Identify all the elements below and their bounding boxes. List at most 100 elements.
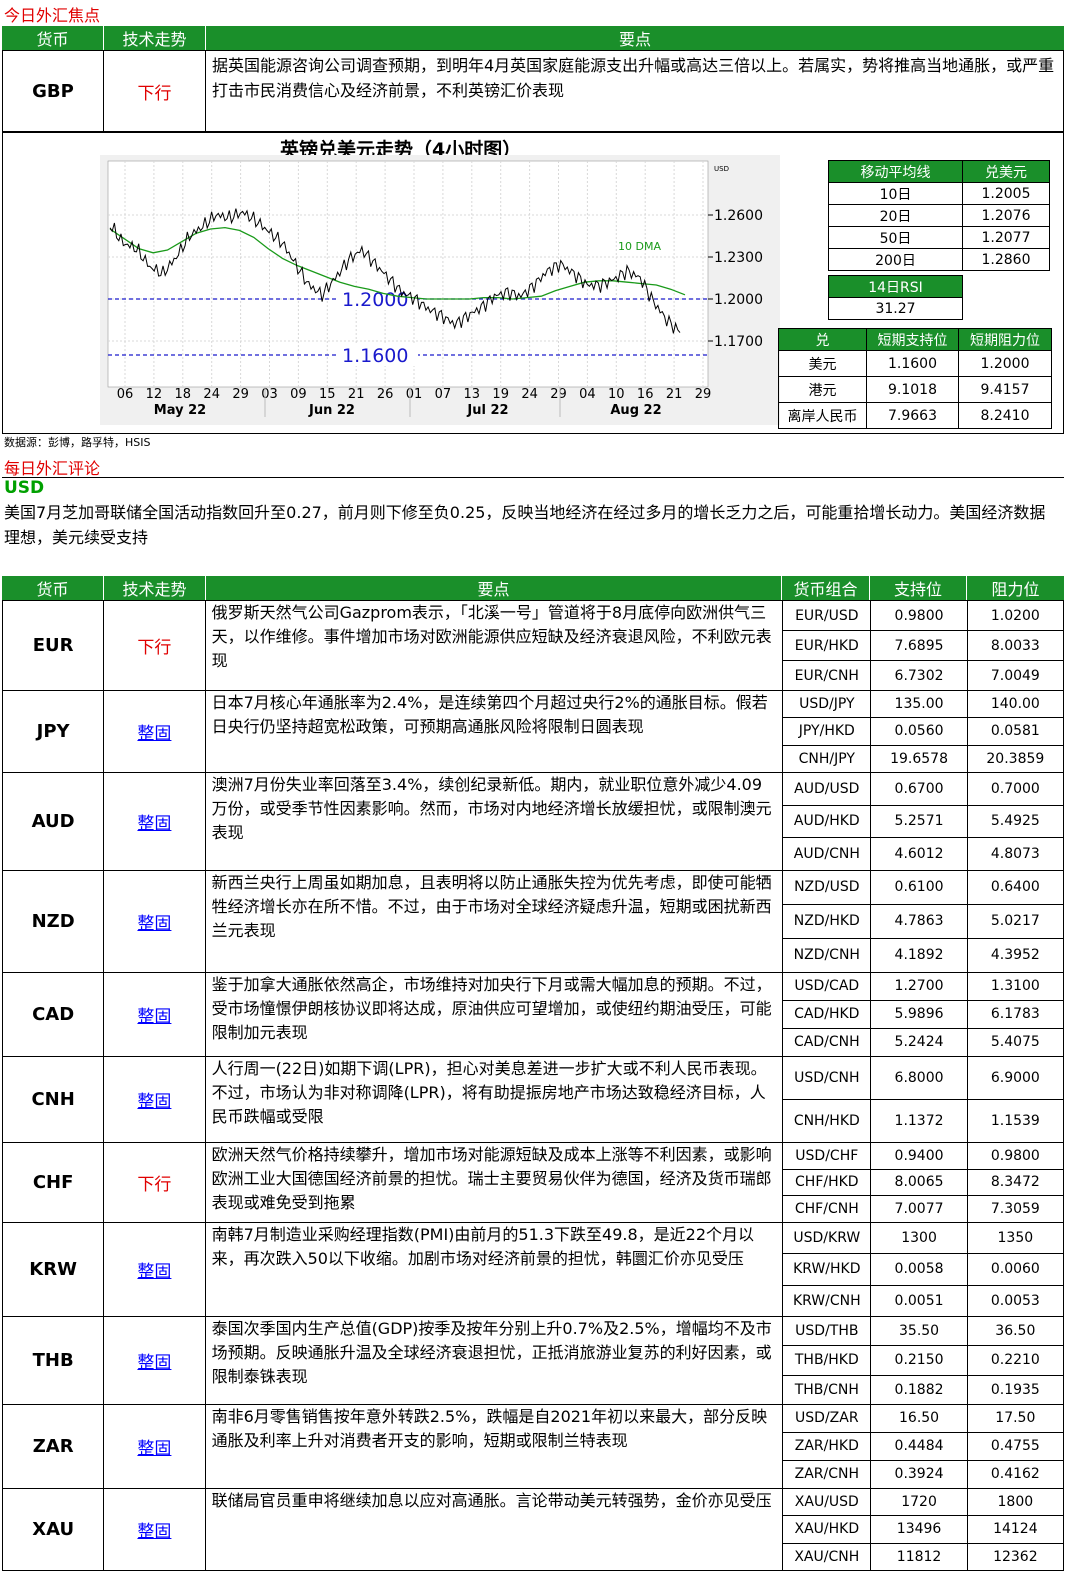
support-level: 1.1372: [870, 1098, 968, 1143]
trend-label[interactable]: 整固: [103, 1487, 206, 1571]
support-level: 19.6578: [870, 744, 968, 773]
trend-label[interactable]: 整固: [103, 971, 206, 1057]
resistance-level: 1350: [966, 1221, 1065, 1255]
currency-pair: ZAR/CNH: [782, 1459, 872, 1489]
section2-divider: [2, 477, 1064, 478]
table-row: JPY 整固 日本7月核心年通胀率为2.4%，是连续第四个月超过央行2%的通胀目标。…: [1, 689, 1065, 773]
support-level: 0.6100: [870, 869, 968, 905]
currency-code: XAU: [1, 1487, 105, 1571]
sr-header-2: 短期阻力位: [958, 328, 1052, 351]
currency-pair: CHF/CNH: [782, 1195, 872, 1223]
support-level: 6.7302: [870, 660, 968, 691]
currency-pair: XAU/CNH: [782, 1542, 872, 1571]
currency-pair: CNH/HKD: [782, 1098, 872, 1143]
source-note: 数据源：彭博，路孚特，HSIS: [4, 436, 151, 449]
trend-label[interactable]: 整固: [103, 1055, 206, 1143]
currency-pair: USD/CNH: [782, 1055, 872, 1100]
currency-pair: USD/ZAR: [782, 1403, 872, 1433]
currency-pair: KRW/CNH: [782, 1284, 872, 1317]
resistance-level: 0.0053: [966, 1284, 1065, 1317]
support-level: 0.1882: [870, 1374, 968, 1405]
sr-row-2-label: 离岸人民币: [778, 402, 867, 429]
support-level: 6.8000: [870, 1055, 968, 1100]
support-level: 135.00: [870, 689, 968, 719]
resistance-level: 0.0581: [966, 717, 1065, 746]
currency-pair: NZD/CNH: [782, 937, 872, 973]
support-level: 0.9400: [870, 1141, 968, 1170]
ma-row-3-value: 1.2860: [962, 248, 1050, 271]
currency-pair: AUD/CNH: [782, 837, 872, 871]
currency-pair: USD/CAD: [782, 971, 872, 1001]
currency-code: CAD: [1, 971, 105, 1057]
support-level: 0.3924: [870, 1459, 968, 1489]
support-level: 0.0560: [870, 717, 968, 746]
currency-pair: JPY/HKD: [782, 717, 872, 746]
currency-pair: ZAR/HKD: [782, 1431, 872, 1461]
x-tick-label: 21: [666, 387, 683, 402]
support-level: 11812: [870, 1542, 968, 1571]
trend-label[interactable]: 整固: [103, 690, 206, 773]
support-level: 4.6012: [870, 837, 968, 871]
currency-pair: USD/CHF: [782, 1141, 872, 1170]
sr-row-0-support: 1.1600: [866, 350, 959, 377]
x-tick-label: 29: [232, 387, 249, 402]
currency-pair: CAD/HKD: [782, 999, 872, 1029]
key-points: 南非6月零售销售按年意外转跌2.5%，跌幅是自2021年初以来最大，部分反映通胀…: [204, 1403, 784, 1489]
support-level: 1300: [870, 1221, 968, 1255]
resistance-level: 5.4075: [966, 1027, 1065, 1057]
x-tick-label: 09: [290, 387, 307, 402]
currency-pair: CAD/CNH: [782, 1027, 872, 1057]
currency-pair: USD/THB: [782, 1315, 872, 1347]
currency-code: NZD: [1, 869, 105, 973]
currency-pair: USD/KRW: [782, 1221, 872, 1255]
support-level: 1.2700: [870, 971, 968, 1001]
header-row-2: 货币 技术走势 要点 货币组合 支持位 阻力位: [2, 576, 1064, 600]
gbp-text: 据英国能源咨询公司调查预期，到明年4月英国家庭能源支出升幅或高达三倍以上。若属实…: [212, 56, 1055, 100]
table-row: EUR 下行 俄罗斯天然气公司Gazprom表示，「北溪一号」管道将于8月底停向欧洲…: [1, 600, 1065, 691]
currency-pair: EUR/HKD: [782, 630, 872, 661]
support-level: 0.0058: [870, 1253, 968, 1286]
x-month-label: May 22: [154, 403, 206, 418]
ma-row-1-label: 20日: [828, 204, 963, 227]
ma-row-2-value: 1.2077: [962, 226, 1050, 249]
resistance-level: 0.0060: [966, 1253, 1065, 1286]
x-tick-label: 01: [406, 387, 423, 402]
x-tick-label: 16: [637, 387, 654, 402]
key-points: 欧洲天然气价格持续攀升，增加市场对能源短缺及成本上涨等不利因素，或影响欧洲工业大…: [204, 1141, 784, 1223]
sr-row-1-support: 9.1018: [866, 376, 959, 403]
resistance-level: 17.50: [966, 1403, 1065, 1433]
support-level: 16.50: [870, 1403, 968, 1433]
support-level: 8.0065: [870, 1168, 968, 1197]
ma-row-1-value: 1.2076: [962, 204, 1050, 227]
sr-row-0-resistance: 1.2000: [958, 350, 1052, 377]
support-level: 0.9800: [870, 600, 968, 631]
trend-label[interactable]: 整固: [103, 1403, 206, 1489]
resistance-level: 4.8073: [966, 837, 1065, 871]
table-row: KRW 整固 南韩7月制造业采购经理指数(PMI)由前月的51.3下跌至49.8，是…: [1, 1221, 1065, 1317]
resistance-level: 1.0200: [966, 600, 1065, 631]
support-level: 13496: [870, 1515, 968, 1544]
resistance-level: 0.1935: [966, 1374, 1065, 1405]
x-tick-label: 07: [435, 387, 452, 402]
resistance-level: 0.4755: [966, 1431, 1065, 1461]
reference-label: 1.2000: [342, 289, 408, 311]
currency-pair: KRW/HKD: [782, 1253, 872, 1286]
currency-pair: NZD/USD: [782, 869, 872, 905]
currency-pair: AUD/USD: [782, 771, 872, 806]
header2-points: 要点: [206, 576, 782, 600]
trend-label[interactable]: 整固: [103, 869, 206, 973]
currency-pair: XAU/HKD: [782, 1515, 872, 1544]
resistance-level: 14124: [966, 1515, 1065, 1544]
trend-label[interactable]: 整固: [103, 771, 206, 871]
trend-label[interactable]: 整固: [103, 1221, 206, 1317]
key-points: 南韩7月制造业采购经理指数(PMI)由前月的51.3下跌至49.8，是近22个月…: [204, 1221, 784, 1317]
currency-code: EUR: [1, 600, 105, 691]
sr-header-0: 兑: [778, 328, 867, 351]
table-row: THB 整固 泰国次季国内生产总值(GDP)按季及按年分别上升0.7%及2.5%，增…: [1, 1315, 1065, 1405]
resistance-level: 1800: [966, 1487, 1065, 1517]
key-points: 澳洲7月份失业率回落至3.4%，续创纪录新低。期内，就业职位意外减少4.09万份…: [204, 771, 784, 871]
table-row: ZAR 整固 南非6月零售销售按年意外转跌2.5%，跌幅是自2021年初以来最大，部…: [1, 1403, 1065, 1489]
y-tick-label: 1.1700: [714, 334, 763, 350]
trend-label[interactable]: 整固: [103, 1315, 206, 1405]
resistance-level: 6.1783: [966, 999, 1065, 1029]
